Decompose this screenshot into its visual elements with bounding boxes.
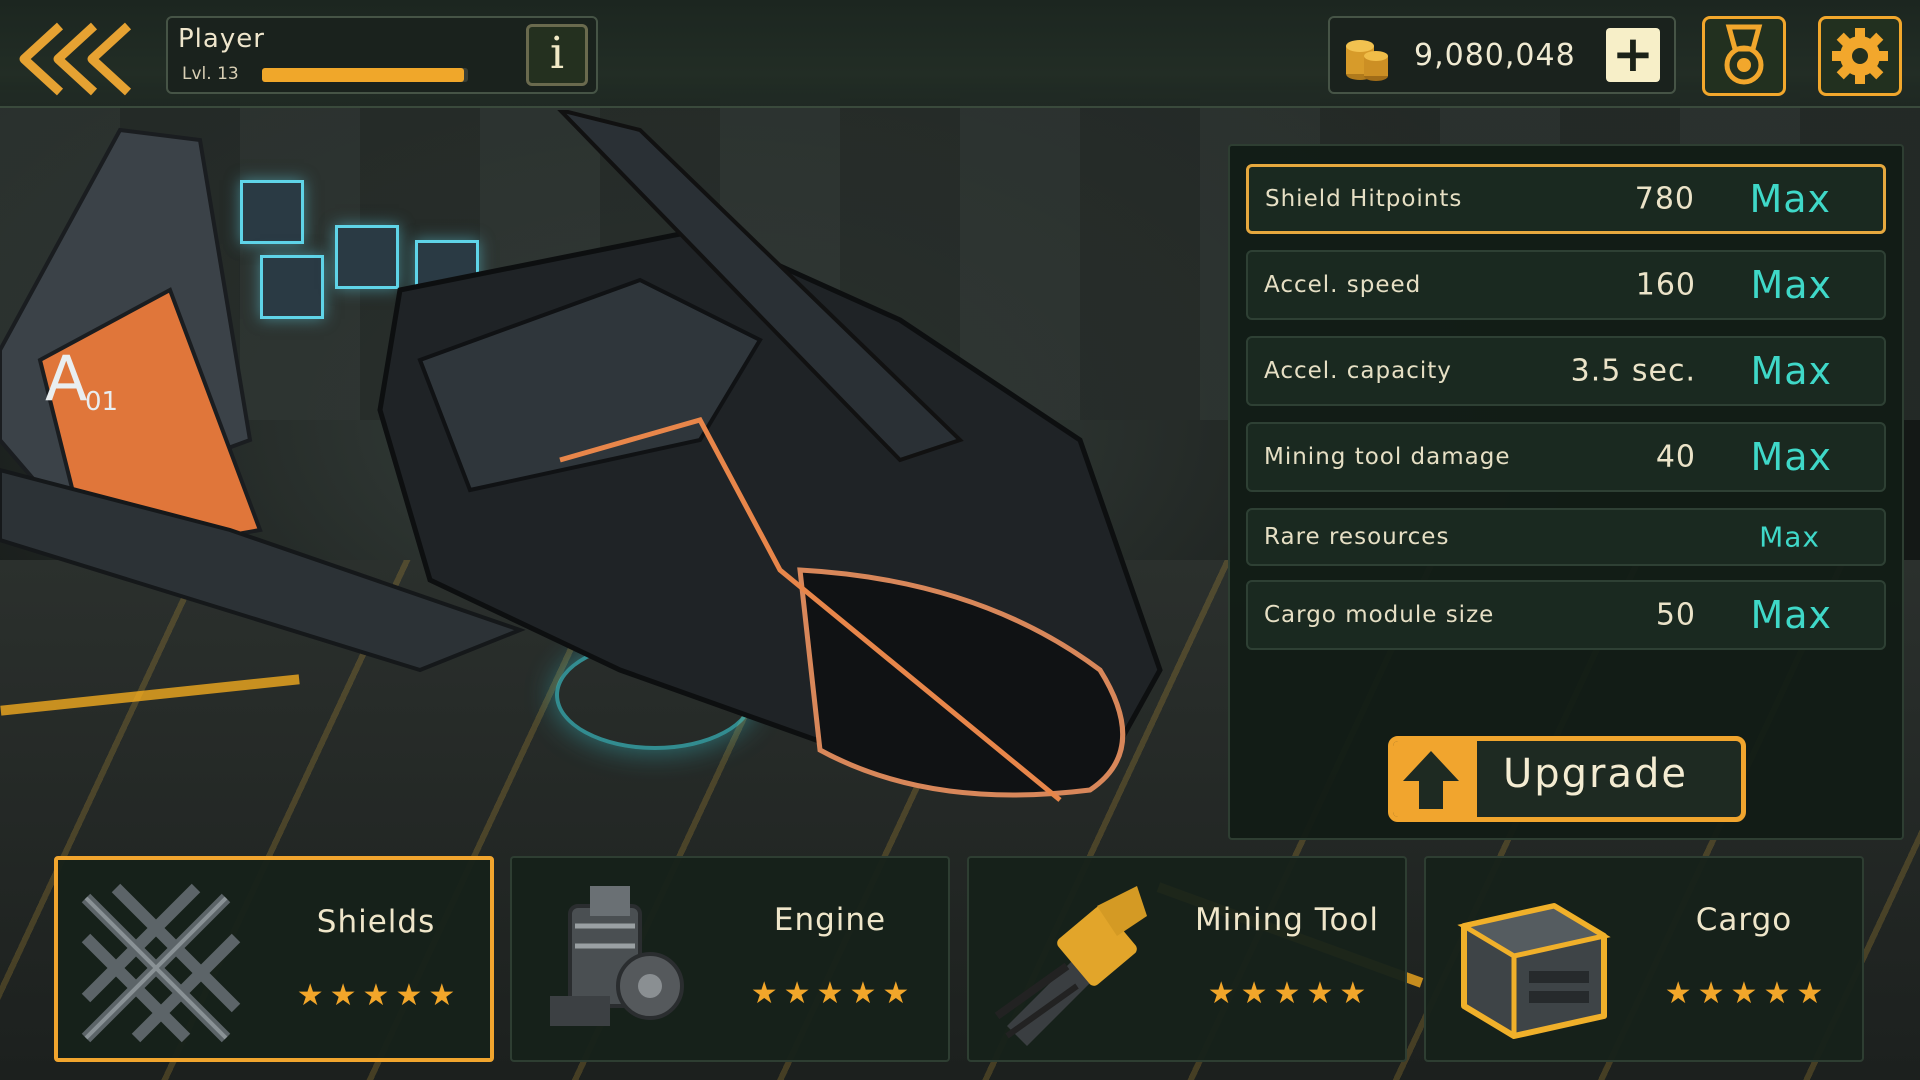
arrow-up-icon <box>1403 751 1459 809</box>
star-rating: ★ ★ ★ ★ ★ <box>1169 976 1405 1012</box>
star-icon: ★ <box>1339 976 1367 1011</box>
top-bar: Player Lvl. 13 i 9,080,048 + <box>0 0 1920 108</box>
stat-value: 40 <box>1655 439 1696 475</box>
stat-max-label: Max <box>1750 435 1832 479</box>
svg-text:01: 01 <box>85 387 118 417</box>
star-icon: ★ <box>362 978 390 1013</box>
medal-icon <box>1724 24 1764 85</box>
stat-row-cargo-module-size[interactable]: Cargo module size 50 Max <box>1246 580 1886 650</box>
xp-progress-bar <box>262 68 468 82</box>
star-icon: ★ <box>1796 976 1824 1011</box>
star-icon: ★ <box>428 978 456 1013</box>
stat-row-accel-speed[interactable]: Accel. speed 160 Max <box>1246 250 1886 320</box>
star-icon: ★ <box>849 976 877 1011</box>
settings-button[interactable] <box>1818 16 1902 96</box>
coins-amount: 9,080,048 <box>1414 38 1576 73</box>
stat-row-rare-resources[interactable]: Rare resources Max <box>1246 508 1886 566</box>
star-icon: ★ <box>816 976 844 1011</box>
star-rating: ★ ★ ★ ★ ★ <box>258 978 494 1014</box>
stat-row-accel-capacity[interactable]: Accel. capacity 3.5 sec. Max <box>1246 336 1886 406</box>
player-name: Player <box>178 24 265 54</box>
stat-max-label: Max <box>1749 177 1831 221</box>
xp-progress-fill <box>262 68 464 82</box>
gear-icon <box>1832 28 1888 84</box>
stat-name: Accel. speed <box>1264 272 1422 298</box>
add-coins-button[interactable]: + <box>1606 28 1660 82</box>
stat-value: 3.5 sec. <box>1570 353 1696 389</box>
stat-name: Cargo module size <box>1264 602 1495 628</box>
tab-label: Engine <box>773 902 887 938</box>
star-icon: ★ <box>329 978 357 1013</box>
star-icon: ★ <box>882 976 910 1011</box>
star-icon: ★ <box>1273 976 1301 1011</box>
tab-engine[interactable]: Engine ★ ★ ★ ★ ★ <box>510 856 950 1062</box>
stat-row-shield-hitpoints[interactable]: Shield Hitpoints 780 Max <box>1246 164 1886 234</box>
stat-name: Accel. capacity <box>1264 358 1452 384</box>
stat-name: Shield Hitpoints <box>1265 186 1463 212</box>
star-icon: ★ <box>1697 976 1725 1011</box>
tab-mining-tool[interactable]: Mining Tool ★ ★ ★ ★ ★ <box>967 856 1407 1062</box>
back-button[interactable] <box>14 20 140 98</box>
star-icon: ★ <box>1207 976 1235 1011</box>
stat-row-mining-tool-damage[interactable]: Mining tool damage 40 Max <box>1246 422 1886 492</box>
upgrade-label: Upgrade <box>1503 751 1689 797</box>
star-icon: ★ <box>1763 976 1791 1011</box>
cargo-crate-icon <box>1457 903 1611 1039</box>
svg-text:A: A <box>45 342 87 415</box>
star-icon: ★ <box>1730 976 1758 1011</box>
ship-stats-panel: Shield Hitpoints 780 Max Accel. speed 16… <box>1228 144 1904 840</box>
currency-panel: 9,080,048 + <box>1328 16 1676 94</box>
coins-icon <box>1346 40 1388 81</box>
stat-max-label: Max <box>1759 520 1820 554</box>
stat-value: 780 <box>1634 181 1695 217</box>
star-icon: ★ <box>1664 976 1692 1011</box>
tab-label: Mining Tool <box>1194 902 1379 938</box>
star-rating: ★ ★ ★ ★ ★ <box>712 976 948 1012</box>
engine-icon <box>550 886 684 1026</box>
star-icon: ★ <box>1240 976 1268 1011</box>
stat-name: Rare resources <box>1264 524 1450 550</box>
stat-max-label: Max <box>1750 593 1832 637</box>
star-icon: ★ <box>395 978 423 1013</box>
stat-max-label: Max <box>1750 263 1832 307</box>
spaceship-model: A 01 <box>0 110 1163 802</box>
stat-name: Mining tool damage <box>1264 444 1511 470</box>
double-chevron-left-icon <box>19 22 132 96</box>
shield-mesh-icon <box>81 883 241 1043</box>
info-button[interactable]: i <box>526 24 588 86</box>
stat-value: 50 <box>1655 597 1696 633</box>
star-icon: ★ <box>296 978 324 1013</box>
star-rating: ★ ★ ★ ★ ★ <box>1626 976 1862 1012</box>
star-icon: ★ <box>1306 976 1334 1011</box>
tab-shields[interactable]: Shields ★ ★ ★ ★ ★ <box>54 856 494 1062</box>
stat-value: 160 <box>1635 267 1696 303</box>
mining-tool-icon <box>994 886 1147 1046</box>
achievements-button[interactable] <box>1702 16 1786 96</box>
player-panel: Player Lvl. 13 i <box>166 16 598 94</box>
tab-cargo[interactable]: Cargo ★ ★ ★ ★ ★ <box>1424 856 1864 1062</box>
tab-label: Cargo <box>1695 902 1793 938</box>
stat-max-label: Max <box>1750 349 1832 393</box>
upgrade-icon-box <box>1393 741 1477 817</box>
upgrade-button[interactable]: Upgrade <box>1388 736 1746 822</box>
player-level: Lvl. 13 <box>182 64 239 84</box>
tab-label: Shields <box>316 904 436 940</box>
star-icon: ★ <box>750 976 778 1011</box>
star-icon: ★ <box>783 976 811 1011</box>
